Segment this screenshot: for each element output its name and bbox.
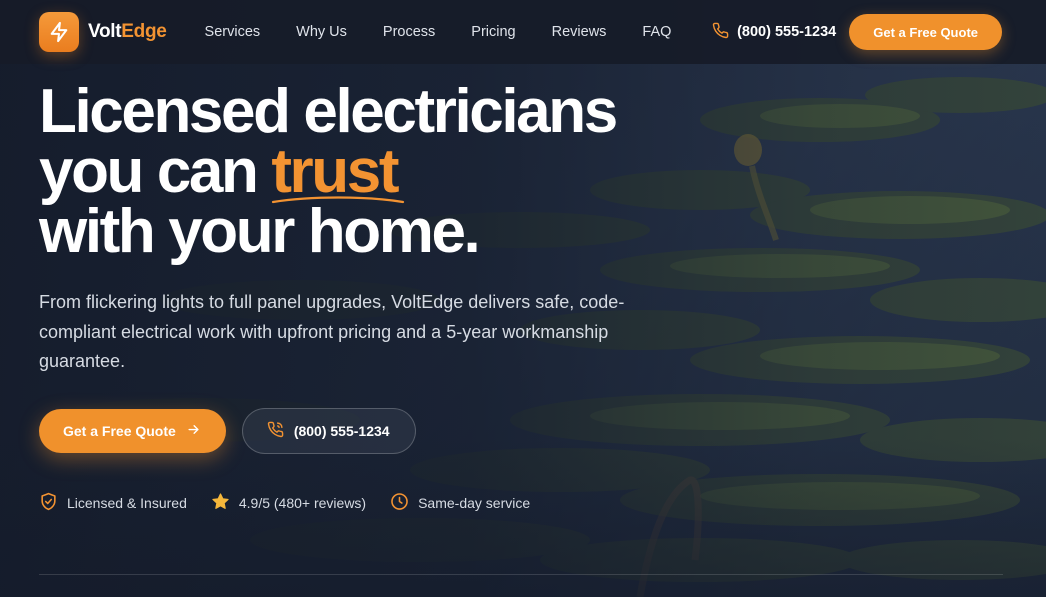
- headline-line-3: with your home.: [39, 201, 679, 263]
- brand-logo[interactable]: VoltEdge: [39, 12, 167, 52]
- phone-icon: [712, 22, 729, 43]
- clock-icon: [390, 492, 409, 514]
- header-phone-link[interactable]: (800) 555-1234: [712, 22, 836, 43]
- headline-highlight: trust: [271, 141, 405, 204]
- main-nav: Services Why Us Process Pricing Reviews …: [187, 24, 690, 40]
- nav-item-reviews[interactable]: Reviews: [534, 24, 625, 40]
- section-divider: [39, 574, 1003, 575]
- landing-page: VoltEdge Services Why Us Process Pricing…: [0, 0, 1046, 597]
- hero-cta-row: Get a Free Quote (800) 555-1234: [39, 407, 679, 454]
- shield-check-icon: [39, 492, 58, 514]
- nav-item-why-us[interactable]: Why Us: [278, 24, 365, 40]
- lightning-bolt-icon: [39, 12, 79, 52]
- hero-quote-button[interactable]: Get a Free Quote: [39, 408, 226, 453]
- arrow-right-icon: [186, 422, 201, 440]
- headline-line-1: Licensed electricians: [39, 77, 618, 146]
- star-icon: [211, 492, 230, 514]
- nav-item-faq[interactable]: FAQ: [624, 24, 689, 40]
- hero-call-button-label: (800) 555-1234: [293, 422, 390, 439]
- headline-period: .: [463, 197, 481, 266]
- phone-call-icon: [267, 421, 284, 441]
- header-phone-number: (800) 555-1234: [737, 24, 837, 40]
- header-quote-button[interactable]: Get a Free Quote: [849, 14, 1002, 50]
- hero-call-button[interactable]: (800) 555-1234: [241, 407, 416, 454]
- trust-same-day: Same-day service: [390, 492, 530, 514]
- hero-section: Licensed electricians you can trust with…: [39, 77, 679, 514]
- headline-line-2-prefix: you can: [39, 137, 272, 206]
- hero-headline: Licensed electricians you can trust with…: [39, 77, 679, 263]
- trust-same-day-label: Same-day service: [418, 494, 531, 511]
- hero-subheading: From flickering lights to full panel upg…: [39, 292, 625, 371]
- site-header: VoltEdge Services Why Us Process Pricing…: [0, 0, 1046, 64]
- headline-line-2: you can trust: [39, 141, 679, 204]
- hero-quote-button-label: Get a Free Quote: [63, 422, 176, 439]
- brand-name-part2: Edge: [121, 21, 167, 42]
- trust-badges: Licensed & Insured 4.9/5 (480+ reviews) …: [39, 492, 679, 514]
- trust-licensed: Licensed & Insured: [39, 492, 187, 514]
- brand-name: VoltEdge: [88, 21, 167, 43]
- nav-item-pricing[interactable]: Pricing: [453, 24, 533, 40]
- trust-rating-label: 4.9/5 (480+ reviews): [238, 494, 367, 511]
- trust-licensed-label: Licensed & Insured: [67, 494, 187, 511]
- nav-item-process[interactable]: Process: [365, 24, 453, 40]
- header-actions: (800) 555-1234 Get a Free Quote: [712, 14, 1002, 50]
- brand-name-part1: Volt: [88, 21, 122, 42]
- trust-rating: 4.9/5 (480+ reviews): [211, 492, 366, 514]
- highlight-underline: [272, 196, 405, 204]
- nav-item-services[interactable]: Services: [187, 24, 279, 40]
